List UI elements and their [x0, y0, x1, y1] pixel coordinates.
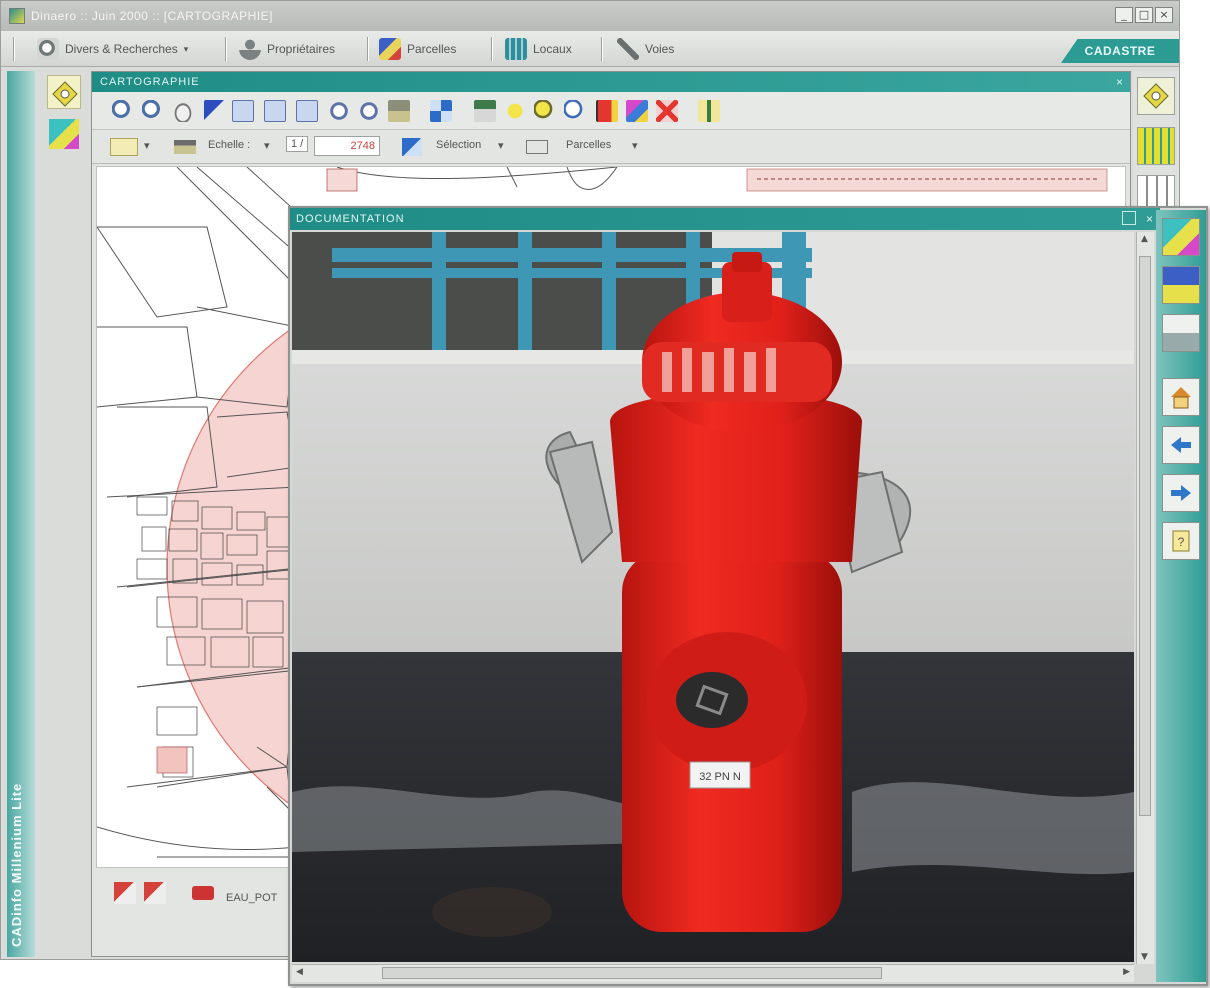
- locate-icon[interactable]: [1137, 77, 1175, 115]
- hydrant-photo: 32 PN N: [292, 232, 1134, 962]
- close-button[interactable]: ×: [1155, 7, 1173, 23]
- layer-dropdown[interactable]: Parcelles: [566, 139, 611, 151]
- cartographie-title: CARTOGRAPHIE: [100, 76, 200, 88]
- find-address-icon[interactable]: [564, 100, 586, 122]
- zoom-out-icon[interactable]: [142, 100, 164, 122]
- left-toolbox: [37, 71, 89, 161]
- close-icon[interactable]: ×: [1146, 208, 1154, 230]
- parcel-icon: [379, 38, 401, 60]
- zoom-in-icon[interactable]: [112, 100, 134, 122]
- horizontal-scrollbar[interactable]: ◀ ▶: [292, 964, 1134, 982]
- scroll-thumb[interactable]: [1139, 256, 1151, 816]
- select-building-icon[interactable]: [264, 100, 286, 122]
- documentation-dock: ?: [1156, 210, 1206, 982]
- print-icon[interactable]: [1162, 314, 1200, 352]
- print-icon[interactable]: [474, 100, 496, 122]
- close-icon[interactable]: ×: [1116, 72, 1124, 92]
- select-road-icon[interactable]: [296, 100, 318, 122]
- layer-icon: [526, 140, 548, 154]
- legend-icon[interactable]: [1162, 218, 1200, 256]
- owner-icon: [239, 38, 261, 60]
- scale-label: Echelle :: [208, 139, 251, 151]
- cartographie-title-bar: CARTOGRAPHIE ×: [92, 72, 1130, 92]
- info-icon[interactable]: [698, 100, 720, 122]
- maximize-button[interactable]: □: [1135, 7, 1153, 23]
- side-brand-strip: CADinfo Millenium Lite: [7, 71, 35, 957]
- select-feature-icon[interactable]: [114, 882, 136, 904]
- map-toolbar: [92, 92, 1130, 130]
- scale-input[interactable]: 2748: [314, 136, 380, 156]
- active-layer-label: EAU_POT: [226, 892, 278, 904]
- photo-album-icon[interactable]: [1162, 266, 1200, 304]
- menu-parcelles[interactable]: Parcelles: [379, 38, 456, 60]
- eraser-icon[interactable]: [192, 886, 214, 900]
- menu-locaux[interactable]: Locaux: [505, 38, 572, 60]
- full-extent-icon[interactable]: [430, 100, 452, 122]
- hscroll-thumb[interactable]: [382, 967, 882, 979]
- documentation-title: DOCUMENTATION: [296, 213, 405, 225]
- back-arrow-icon[interactable]: [1162, 426, 1200, 464]
- side-brand-label: CADinfo Millenium Lite: [9, 782, 24, 947]
- help-icon[interactable]: ?: [1162, 522, 1200, 560]
- pan-hand-icon[interactable]: [172, 100, 194, 122]
- window-title: Dinaero :: Juin 2000 :: [CARTOGRAPHIE]: [31, 9, 273, 23]
- documentation-title-bar: DOCUMENTATION ×: [290, 208, 1160, 230]
- title-bar: Dinaero :: Juin 2000 :: [CARTOGRAPHIE] _…: [1, 1, 1179, 31]
- select-parcel-icon[interactable]: [232, 100, 254, 122]
- find-icon[interactable]: [534, 100, 556, 122]
- search-tools-icon: [37, 38, 59, 60]
- menu-proprietaires[interactable]: Propriétaires: [239, 38, 335, 60]
- hydrant-tag: 32 PN N: [699, 771, 741, 783]
- road-icon: [617, 38, 639, 60]
- select-multi-icon[interactable]: [144, 882, 166, 904]
- menu-bar: Divers & Recherches ▾ Propriétaires Parc…: [1, 31, 1179, 67]
- select-circle-icon[interactable]: [328, 100, 350, 122]
- home-icon[interactable]: [1162, 378, 1200, 416]
- menu-divers-recherches[interactable]: Divers & Recherches ▾: [37, 38, 188, 60]
- legend-tool-icon[interactable]: [49, 119, 79, 149]
- documentation-window: DOCUMENTATION × 32 PN N ▲ ▼ ◀ ▶ ?: [288, 206, 1208, 986]
- vertical-scrollbar[interactable]: ▲ ▼: [1136, 232, 1154, 964]
- grid-view-icon[interactable]: [1137, 127, 1175, 165]
- measure-icon[interactable]: [388, 100, 410, 122]
- layers-tool-icon[interactable]: [47, 75, 81, 109]
- flag-red-icon[interactable]: [596, 100, 618, 122]
- ruler-icon: [174, 140, 196, 154]
- highlight-icon[interactable]: [504, 100, 526, 122]
- flag-multi-icon[interactable]: [626, 100, 648, 122]
- forward-arrow-icon[interactable]: [1162, 474, 1200, 512]
- maximize-icon[interactable]: [1122, 211, 1136, 225]
- menu-voies[interactable]: Voies: [617, 38, 674, 60]
- delete-flag-icon[interactable]: [656, 100, 678, 122]
- selection-icon: [402, 138, 422, 156]
- pointer-icon[interactable]: [204, 100, 226, 122]
- map-options-bar: ▾ Echelle : ▾ 1 / 2748 Sélection ▾ Parce…: [92, 130, 1130, 164]
- selection-dropdown[interactable]: Sélection: [436, 139, 481, 151]
- building-icon: [505, 38, 527, 60]
- tab-cadastre[interactable]: CADASTRE: [1061, 39, 1179, 63]
- svg-text:?: ?: [1178, 535, 1185, 549]
- app-icon: [9, 8, 25, 24]
- select-point-icon[interactable]: [358, 100, 380, 122]
- minimize-button[interactable]: _: [1115, 7, 1133, 23]
- style-picker[interactable]: [110, 138, 138, 156]
- scale-prefix: 1 /: [286, 136, 309, 152]
